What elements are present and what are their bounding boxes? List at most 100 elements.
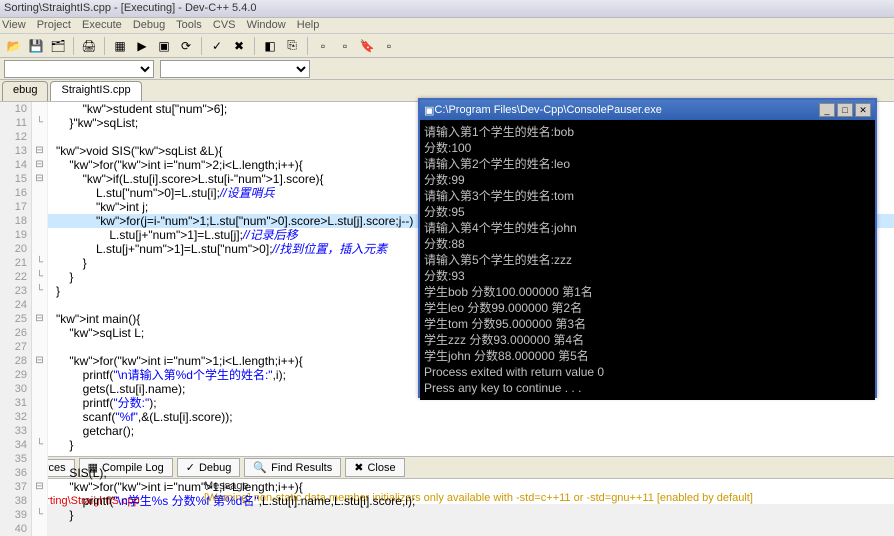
code-text	[48, 130, 56, 144]
line-number: 12	[0, 130, 32, 144]
debug-icon[interactable]: ✓	[207, 36, 227, 56]
console-line: 请输入第4个学生的姓名:john	[424, 220, 871, 236]
fold-marker[interactable]	[32, 368, 48, 382]
fold-marker[interactable]	[32, 494, 48, 508]
fold-marker[interactable]: ⊟	[32, 312, 48, 326]
fold-marker[interactable]	[32, 214, 48, 228]
maximize-button[interactable]: □	[837, 103, 853, 117]
code-line[interactable]: 40	[0, 522, 894, 536]
code-line[interactable]: 32 scanf("%f",&(L.stu[i].score));	[0, 410, 894, 424]
saveall-icon[interactable]: 🗂	[48, 36, 68, 56]
fold-marker[interactable]: ⊟	[32, 144, 48, 158]
fold-marker[interactable]	[32, 242, 48, 256]
fold-marker[interactable]	[32, 298, 48, 312]
fold-marker[interactable]	[32, 522, 48, 536]
fold-marker[interactable]	[32, 102, 48, 116]
fold-marker[interactable]: ⊟	[32, 158, 48, 172]
fold-marker[interactable]	[32, 130, 48, 144]
code-text: "kw">for	[48, 158, 114, 172]
fold-marker[interactable]: └	[32, 256, 48, 270]
tab-file[interactable]: StraightIS.cpp	[50, 81, 141, 101]
fold-marker[interactable]	[32, 340, 48, 354]
code-line[interactable]: 39└ }	[0, 508, 894, 522]
menu-window[interactable]: Window	[247, 19, 286, 31]
line-number: 36	[0, 466, 32, 480]
code-line[interactable]: 33 getchar();	[0, 424, 894, 438]
code-text: scanf("%f",&(L.stu[i].score));	[48, 410, 233, 424]
code-text: getchar();	[48, 424, 134, 438]
fold-marker[interactable]	[32, 396, 48, 410]
run-icon[interactable]: ▶	[132, 36, 152, 56]
fold-marker[interactable]	[32, 186, 48, 200]
save-icon[interactable]: 💾	[26, 36, 46, 56]
menu-cvs[interactable]: CVS	[213, 19, 236, 31]
fold-marker[interactable]: ⊟	[32, 172, 48, 186]
class-combo[interactable]	[4, 60, 154, 78]
tool2-icon[interactable]: ▫	[335, 36, 355, 56]
console-line: 分数:99	[424, 172, 871, 188]
compile-icon[interactable]: ▦	[110, 36, 130, 56]
code-text: "kw">int	[48, 200, 139, 214]
code-text	[48, 340, 56, 354]
console-line: 学生leo 分数99.000000 第2名	[424, 300, 871, 316]
goto-icon[interactable]: ⎘	[282, 36, 302, 56]
fold-marker[interactable]: └	[32, 508, 48, 522]
code-line[interactable]: 36 SIS(L);	[0, 466, 894, 480]
compilerun-icon[interactable]: ▣	[154, 36, 174, 56]
open-icon[interactable]: 📂	[4, 36, 24, 56]
member-combo[interactable]	[160, 60, 310, 78]
code-line[interactable]: 37⊟ "kw">for("kw">int i="num">1;i<L.leng…	[0, 480, 894, 494]
fold-marker[interactable]	[32, 452, 48, 466]
fold-marker[interactable]	[32, 200, 48, 214]
fold-marker[interactable]: └	[32, 270, 48, 284]
console-title: C:\Program Files\Dev-Cpp\ConsolePauser.e…	[434, 104, 817, 116]
window-titlebar: Sorting\StraightIS.cpp - [Executing] - D…	[0, 0, 894, 18]
minimize-button[interactable]: _	[819, 103, 835, 117]
code-text: "kw">int	[48, 312, 99, 326]
code-text: }	[48, 270, 73, 284]
fold-marker[interactable]	[32, 466, 48, 480]
line-number: 38	[0, 494, 32, 508]
fold-marker[interactable]: └	[32, 438, 48, 452]
console-window[interactable]: ▣ C:\Program Files\Dev-Cpp\ConsolePauser…	[418, 98, 877, 398]
line-number: 13	[0, 144, 32, 158]
separator	[201, 37, 202, 55]
code-text: L.stu["num">0	[48, 186, 171, 200]
tab-debug-side[interactable]: ebug	[2, 81, 48, 101]
line-number: 10	[0, 102, 32, 116]
rebuild-icon[interactable]: ⟳	[176, 36, 196, 56]
menu-execute[interactable]: Execute	[82, 19, 122, 31]
tool4-icon[interactable]: ▫	[379, 36, 399, 56]
new-class-icon[interactable]: ◧	[260, 36, 280, 56]
fold-marker[interactable]: └	[32, 116, 48, 130]
fold-marker[interactable]: ⊟	[32, 480, 48, 494]
separator	[104, 37, 105, 55]
fold-marker[interactable]	[32, 326, 48, 340]
menubar: View Project Execute Debug Tools CVS Win…	[0, 18, 894, 34]
menu-help[interactable]: Help	[297, 19, 320, 31]
menu-debug[interactable]: Debug	[133, 19, 165, 31]
console-titlebar[interactable]: ▣ C:\Program Files\Dev-Cpp\ConsolePauser…	[420, 100, 875, 120]
code-line[interactable]: 34└ }	[0, 438, 894, 452]
line-number: 21	[0, 256, 32, 270]
stop-icon[interactable]: ✖	[229, 36, 249, 56]
tool3-icon[interactable]: 🔖	[357, 36, 377, 56]
print-icon[interactable]: 🖨	[79, 36, 99, 56]
tool1-icon[interactable]: ▫	[313, 36, 333, 56]
close-button[interactable]: ✕	[855, 103, 871, 117]
menu-tools[interactable]: Tools	[176, 19, 202, 31]
console-output[interactable]: 请输入第1个学生的姓名:bob分数:100请输入第2个学生的姓名:leo分数:9…	[420, 120, 875, 400]
console-line: 分数:88	[424, 236, 871, 252]
fold-marker[interactable]	[32, 410, 48, 424]
console-line: Press any key to continue . . .	[424, 380, 871, 396]
fold-marker[interactable]	[32, 424, 48, 438]
menu-project[interactable]: Project	[37, 19, 71, 31]
line-number: 33	[0, 424, 32, 438]
fold-marker[interactable]: └	[32, 284, 48, 298]
menu-view[interactable]: View	[2, 19, 26, 31]
fold-marker[interactable]	[32, 382, 48, 396]
fold-marker[interactable]	[32, 228, 48, 242]
code-line[interactable]: 35	[0, 452, 894, 466]
code-line[interactable]: 38 printf("\n学生%s 分数%f 第%d名",L.stu[i].na…	[0, 494, 894, 508]
fold-marker[interactable]: ⊟	[32, 354, 48, 368]
